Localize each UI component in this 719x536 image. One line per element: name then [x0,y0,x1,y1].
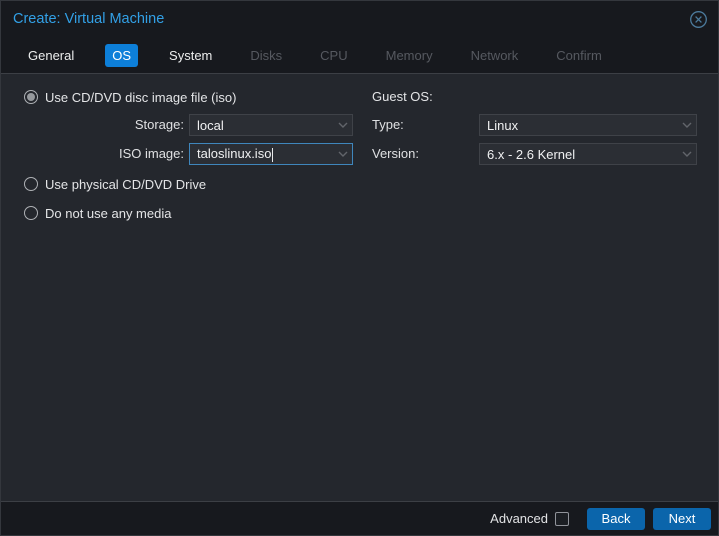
guest-version-value: 6.x - 2.6 Kernel [487,146,576,162]
radio-no-media[interactable] [24,206,38,220]
guest-type-value: Linux [487,117,519,133]
storage-label: Storage: [134,117,184,132]
radio-physical-drive[interactable] [24,177,38,191]
radio-row-nomedia: Do not use any media [24,205,171,221]
radio-row-physical: Use physical CD/DVD Drive [24,176,206,192]
radio-physical-drive-label: Use physical CD/DVD Drive [45,176,207,192]
tab-cpu: CPU [320,47,348,63]
guest-os-heading: Guest OS: [372,89,433,104]
advanced-checkbox[interactable] [555,511,569,526]
iso-image-text: taloslinux.iso [197,146,272,162]
iso-image-value: taloslinux.iso [197,146,338,162]
guest-type-select[interactable]: Linux [479,114,697,136]
radio-use-iso[interactable] [24,90,38,104]
advanced-label: Advanced [490,511,548,526]
tab-system[interactable]: System [162,44,219,67]
storage-value: local [197,117,224,133]
dialog-titlebar: Create: Virtual Machine [1,1,718,37]
iso-image-label: ISO image: [118,146,184,161]
create-vm-dialog: Create: Virtual Machine General OS Syste… [0,0,719,536]
radio-no-media-label: Do not use any media [45,205,172,221]
chevron-down-icon [338,151,348,157]
chevron-down-icon [682,151,692,157]
chevron-down-icon [338,122,348,128]
tab-confirm: Confirm [556,47,602,63]
version-label: Version: [372,146,419,161]
text-cursor [272,147,274,162]
storage-select[interactable]: local [189,114,353,136]
next-button[interactable]: Next [653,507,711,530]
tab-general[interactable]: General [21,44,81,67]
dialog-title: Create: Virtual Machine [13,11,165,27]
tab-network: Network [470,47,519,63]
tab-os[interactable]: OS [105,43,139,67]
radio-row-iso: Use CD/DVD disc image file (iso) [24,89,236,105]
type-label: Type: [372,117,404,132]
tab-memory: Memory [385,47,433,63]
iso-image-combo-input[interactable]: taloslinux.iso [189,143,353,165]
chevron-down-icon [682,122,692,128]
os-tab-panel: Use CD/DVD disc image file (iso) Storage… [1,73,718,502]
wizard-tabbar: General OS System Disks CPU Memory Netwo… [1,37,718,73]
tab-disks: Disks [250,47,283,63]
close-icon[interactable] [688,9,708,29]
radio-use-iso-label: Use CD/DVD disc image file (iso) [45,89,237,105]
guest-version-select[interactable]: 6.x - 2.6 Kernel [479,143,697,165]
back-button[interactable]: Back [587,507,645,530]
dialog-footer: Advanced Back Next [1,502,718,535]
